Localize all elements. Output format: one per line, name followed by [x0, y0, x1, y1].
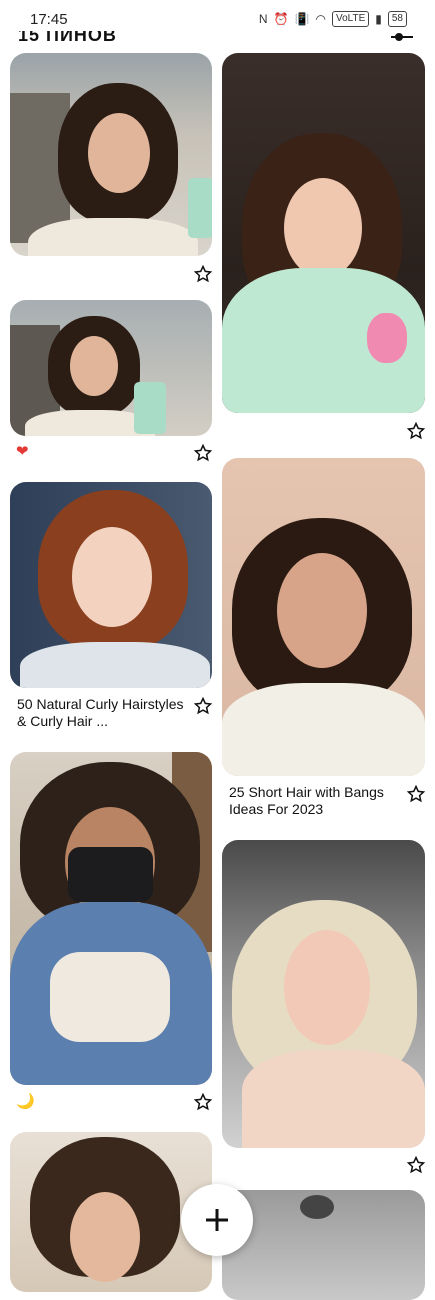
- pin-image[interactable]: [10, 53, 212, 256]
- save-star-icon[interactable]: [194, 697, 212, 715]
- vibrate-icon: 📳: [294, 12, 310, 26]
- pin-caption[interactable]: 25 Short Hair with Bangs Ideas For 2023: [229, 784, 401, 818]
- save-star-icon[interactable]: [407, 785, 425, 803]
- volte-icon: VoLTE: [331, 11, 370, 27]
- pin-image[interactable]: [10, 482, 212, 688]
- status-icons: N ⏰ 📳 ◠ VoLTE ▮ 58: [259, 11, 407, 27]
- nfc-icon: N: [258, 12, 268, 26]
- signal-icon: ▮: [375, 12, 382, 26]
- save-star-icon[interactable]: [407, 1156, 425, 1174]
- alarm-icon: ⏰: [273, 12, 289, 26]
- pin-image[interactable]: [222, 53, 425, 413]
- save-star-icon[interactable]: [194, 444, 212, 462]
- save-star-icon[interactable]: [407, 422, 425, 440]
- wifi-icon: ◠: [315, 12, 326, 26]
- pin-image[interactable]: [10, 300, 212, 436]
- pin-caption[interactable]: 50 Natural Curly Hairstyles & Curly Hair…: [17, 696, 189, 730]
- pin-image[interactable]: [222, 1190, 425, 1300]
- save-star-icon[interactable]: [194, 1093, 212, 1111]
- battery-icon: 58: [387, 11, 407, 27]
- save-star-icon[interactable]: [194, 265, 212, 283]
- heart-reaction: ❤: [16, 443, 29, 460]
- filter-icon[interactable]: [391, 30, 413, 44]
- pin-image[interactable]: [222, 458, 425, 776]
- moon-reaction: 🌙: [16, 1093, 35, 1110]
- add-pin-button[interactable]: [181, 1184, 253, 1256]
- pin-image[interactable]: [222, 840, 425, 1148]
- plus-icon: [206, 1209, 228, 1231]
- status-time: 17:45: [30, 11, 68, 28]
- pin-image[interactable]: [10, 752, 212, 1085]
